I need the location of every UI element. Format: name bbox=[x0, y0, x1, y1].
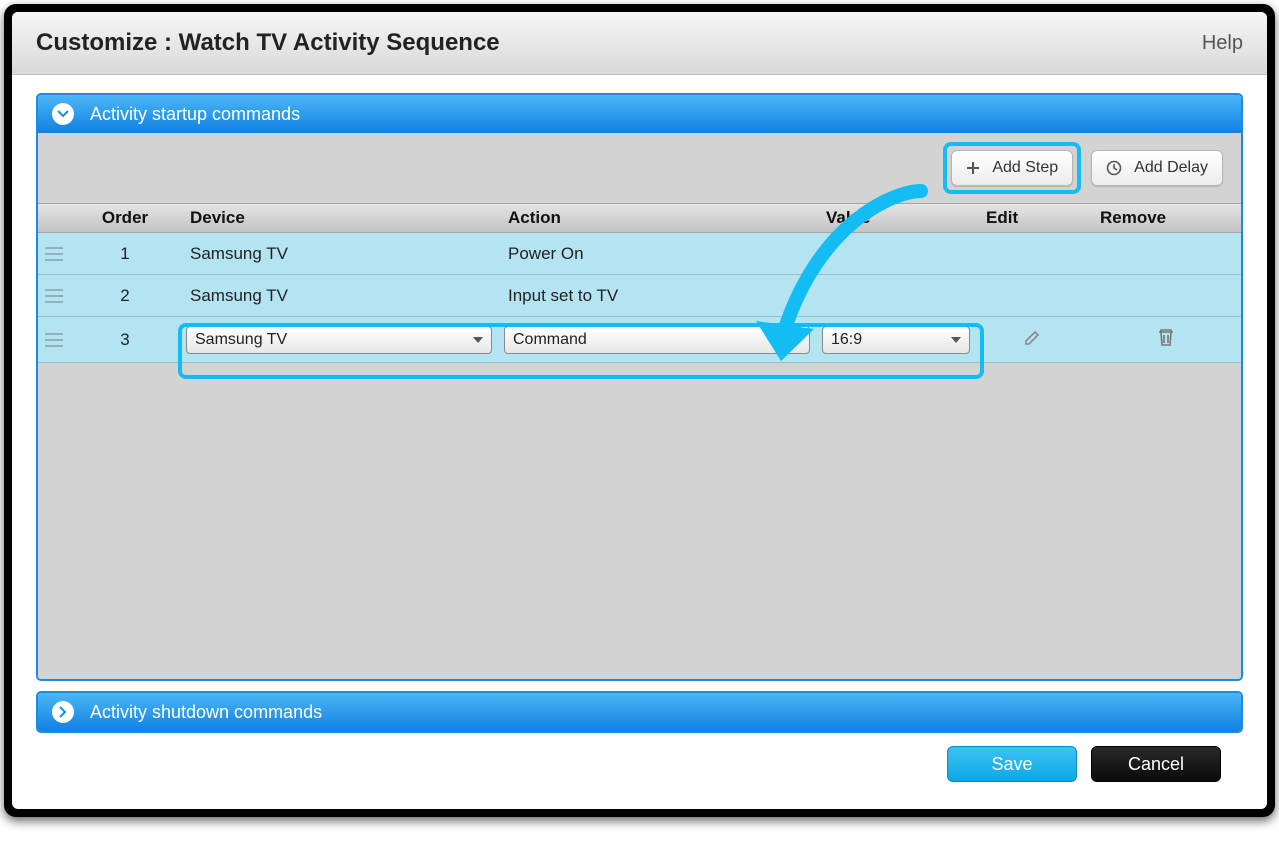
chevron-down-icon bbox=[473, 337, 483, 343]
add-delay-button[interactable]: Add Delay bbox=[1091, 150, 1223, 186]
drag-handle[interactable] bbox=[38, 275, 70, 316]
row-action: Power On bbox=[498, 233, 816, 274]
row-order: 1 bbox=[70, 233, 180, 274]
drag-handle[interactable] bbox=[38, 233, 70, 274]
collapse-icon[interactable] bbox=[52, 103, 74, 125]
startup-toolbar: Add Step Add Delay bbox=[38, 133, 1241, 203]
chevron-down-icon bbox=[791, 337, 801, 343]
dialog-title: Customize : Watch TV Activity Sequence bbox=[36, 29, 1202, 57]
table-row: 2 Samsung TV Input set to TV bbox=[38, 275, 1241, 317]
table-row: 1 Samsung TV Power On bbox=[38, 233, 1241, 275]
row-order: 3 bbox=[70, 317, 180, 362]
edit-icon[interactable] bbox=[1023, 327, 1043, 352]
titlebar: Customize : Watch TV Activity Sequence H… bbox=[12, 12, 1267, 75]
col-edit: Edit bbox=[976, 204, 1090, 232]
action-select-value: Command bbox=[513, 331, 587, 349]
table-header: Order Device Action Value Edit Remove bbox=[38, 203, 1241, 233]
add-step-label: Add Step bbox=[992, 159, 1058, 177]
chevron-down-icon bbox=[951, 337, 961, 343]
action-select[interactable]: Command bbox=[504, 326, 810, 354]
row-device: Samsung TV bbox=[180, 275, 498, 316]
value-select-value: 16:9 bbox=[831, 331, 862, 349]
device-select[interactable]: Samsung TV bbox=[186, 326, 492, 354]
shutdown-header[interactable]: Activity shutdown commands bbox=[38, 693, 1241, 731]
add-delay-label: Add Delay bbox=[1134, 159, 1208, 177]
col-action: Action bbox=[498, 204, 816, 232]
cancel-button[interactable]: Cancel bbox=[1091, 746, 1221, 782]
plus-icon bbox=[966, 161, 980, 175]
save-button[interactable]: Save bbox=[947, 746, 1077, 782]
shutdown-title: Activity shutdown commands bbox=[90, 702, 322, 723]
startup-panel: Activity startup commands Add Step bbox=[36, 93, 1243, 681]
startup-header[interactable]: Activity startup commands bbox=[38, 95, 1241, 133]
row-device: Samsung TV bbox=[180, 233, 498, 274]
dialog-frame: Customize : Watch TV Activity Sequence H… bbox=[4, 4, 1275, 817]
clock-icon bbox=[1106, 160, 1122, 176]
startup-title: Activity startup commands bbox=[90, 104, 300, 125]
help-link[interactable]: Help bbox=[1202, 32, 1243, 55]
add-step-highlight: Add Step bbox=[943, 142, 1081, 194]
expand-icon[interactable] bbox=[52, 701, 74, 723]
row-value bbox=[816, 275, 976, 316]
drag-handle[interactable] bbox=[38, 317, 70, 362]
add-step-button[interactable]: Add Step bbox=[951, 150, 1073, 186]
trash-icon[interactable] bbox=[1157, 327, 1175, 352]
row-order: 2 bbox=[70, 275, 180, 316]
row-value bbox=[816, 233, 976, 274]
col-order: Order bbox=[70, 204, 180, 232]
shutdown-panel: Activity shutdown commands bbox=[36, 691, 1243, 733]
device-select-value: Samsung TV bbox=[195, 331, 287, 349]
col-remove: Remove bbox=[1090, 204, 1241, 232]
value-select[interactable]: 16:9 bbox=[822, 326, 970, 354]
col-value: Value bbox=[816, 204, 976, 232]
table-row: 3 Samsung TV Command bbox=[38, 317, 1241, 363]
row-action: Input set to TV bbox=[498, 275, 816, 316]
col-device: Device bbox=[180, 204, 498, 232]
dialog-footer: Save Cancel bbox=[36, 733, 1243, 795]
